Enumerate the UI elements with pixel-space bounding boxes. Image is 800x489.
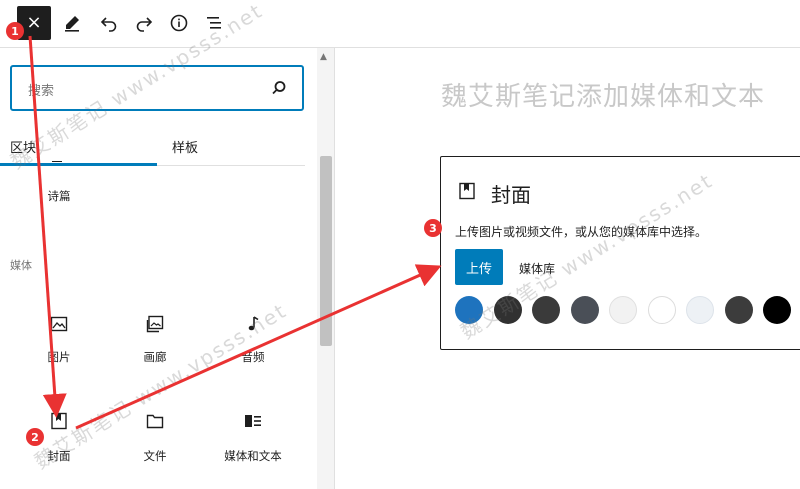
- annotation-arrows: [28, 35, 442, 430]
- annotation-arrow-2: [75, 264, 442, 430]
- annotation-marker-2: 2: [26, 428, 44, 446]
- annotation-marker-3: 3: [424, 219, 442, 237]
- annotation-marker-1: 1: [6, 22, 24, 40]
- annotation-arrow-1: [28, 35, 67, 418]
